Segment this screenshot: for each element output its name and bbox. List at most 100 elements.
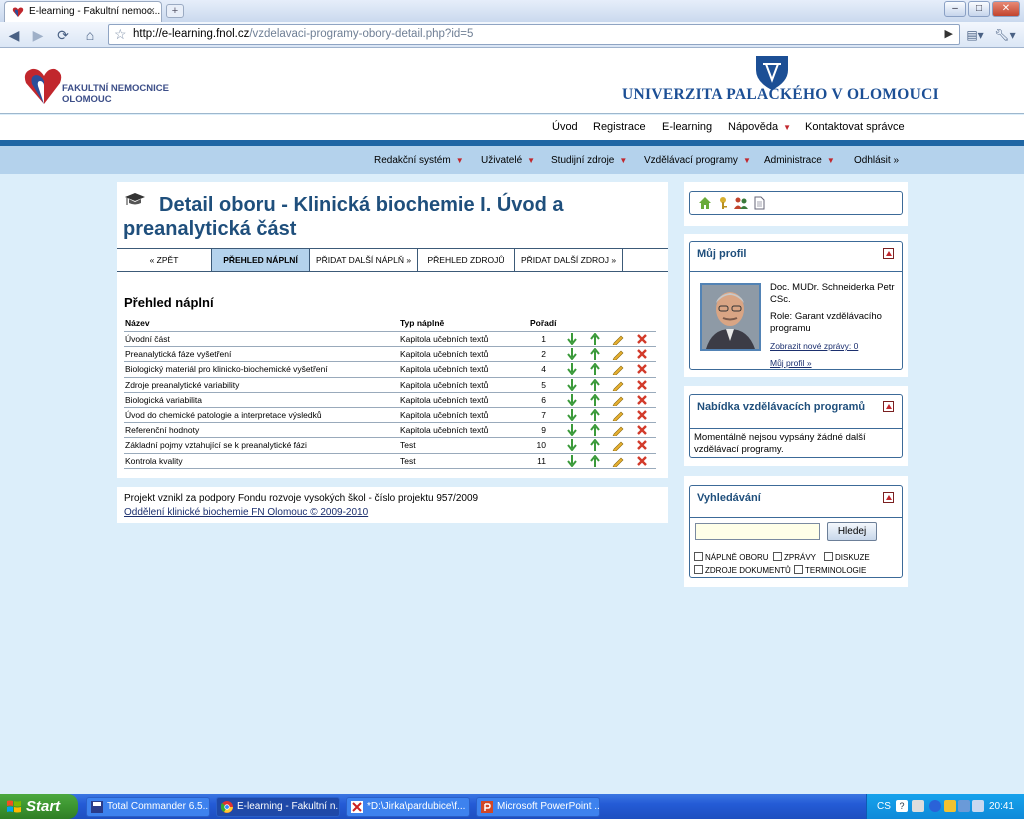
task-browser[interactable]: E-learning - Fakultní n... — [216, 797, 340, 817]
key-icon[interactable] — [716, 196, 730, 210]
delete-x-icon[interactable] — [636, 394, 648, 406]
subnav-uzivatele[interactable]: Uživatelé ▼ — [481, 155, 535, 166]
volume-tray-icon[interactable] — [972, 800, 984, 812]
nav-uvod[interactable]: Úvod — [552, 121, 578, 133]
tab-back[interactable]: « ZPĚT — [117, 249, 212, 271]
network-tray-icon[interactable] — [958, 800, 970, 812]
forward-arrow-icon[interactable]: ▶ — [27, 25, 49, 45]
move-down-icon[interactable] — [566, 439, 578, 452]
move-down-icon[interactable] — [566, 348, 578, 361]
subnav-studijni-zdroje[interactable]: Studijní zdroje ▼ — [551, 155, 627, 166]
help-tray-icon[interactable]: ? — [896, 800, 908, 812]
collapse-icon[interactable] — [883, 401, 894, 412]
delete-x-icon[interactable] — [636, 333, 648, 345]
move-down-icon[interactable] — [566, 393, 578, 406]
nav-kontaktovat[interactable]: Kontaktovat správce — [805, 121, 905, 133]
tab-prehled-naplni[interactable]: PŘEHLED NÁPLNÍ — [212, 249, 310, 271]
edit-pencil-icon[interactable] — [612, 424, 624, 437]
page-menu-icon[interactable]: ▤▾ — [964, 25, 986, 45]
move-down-icon[interactable] — [566, 333, 578, 345]
checkbox[interactable] — [794, 565, 803, 574]
edit-pencil-icon[interactable] — [612, 455, 624, 467]
browser-tab[interactable]: E-learning - Fakultní nemoc... × — [4, 1, 162, 22]
home-icon[interactable]: ⌂ — [79, 25, 101, 45]
subnav-odhlasit[interactable]: Odhlásit » — [854, 155, 899, 166]
move-up-icon[interactable] — [589, 439, 601, 452]
language-indicator[interactable]: CS — [877, 801, 891, 812]
task-total-commander[interactable]: Total Commander 6.5... — [86, 797, 210, 817]
move-up-icon[interactable] — [589, 333, 601, 345]
subnav-redakcni-system[interactable]: Redakční systém ▼ — [374, 155, 464, 166]
users-icon[interactable] — [734, 196, 748, 210]
edit-pencil-icon[interactable] — [612, 439, 624, 452]
tray-icon[interactable] — [912, 800, 924, 812]
task-editor[interactable]: *D:\Jirka\pardubice\f... — [346, 797, 470, 817]
footer-link[interactable]: Oddělení klinické biochemie FN Olomouc ©… — [124, 506, 661, 520]
move-down-icon[interactable] — [566, 409, 578, 421]
move-up-icon[interactable] — [589, 393, 601, 406]
move-up-icon[interactable] — [589, 363, 601, 376]
checkbox[interactable] — [824, 552, 833, 561]
start-button[interactable]: Start — [0, 794, 78, 819]
new-tab-button[interactable]: + — [166, 4, 184, 18]
delete-x-icon[interactable] — [636, 439, 648, 451]
option-zdroje-dokumentu[interactable]: ZDROJE DOKUMENTŮ — [694, 565, 791, 576]
move-up-icon[interactable] — [589, 409, 601, 421]
maximize-button[interactable]: □ — [968, 1, 990, 17]
address-bar[interactable]: ☆ http://e-learning.fnol.cz/vzdelavaci-p… — [108, 24, 960, 45]
minimize-button[interactable]: – — [944, 1, 966, 17]
reload-icon[interactable]: ⟳ — [52, 25, 74, 45]
task-powerpoint[interactable]: Microsoft PowerPoint ... — [476, 797, 600, 817]
shield-tray-icon[interactable] — [944, 800, 956, 812]
option-diskuze[interactable]: DISKUZE — [824, 552, 870, 563]
tab-prehled-zdroju[interactable]: PŘEHLED ZDROJŮ — [418, 249, 515, 271]
document-icon[interactable] — [752, 196, 766, 210]
move-down-icon[interactable] — [566, 363, 578, 376]
delete-x-icon[interactable] — [636, 348, 648, 360]
checkbox[interactable] — [773, 552, 782, 561]
delete-x-icon[interactable] — [636, 363, 648, 375]
nav-registrace[interactable]: Registrace — [593, 121, 646, 133]
edit-pencil-icon[interactable] — [612, 348, 624, 361]
back-arrow-icon[interactable]: ◀ — [3, 25, 25, 45]
edit-pencil-icon[interactable] — [612, 333, 624, 345]
close-window-button[interactable]: ✕ — [992, 1, 1020, 17]
delete-x-icon[interactable] — [636, 409, 648, 421]
subnav-administrace[interactable]: Administrace ▼ — [764, 155, 835, 166]
checkbox[interactable] — [694, 565, 703, 574]
move-down-icon[interactable] — [566, 424, 578, 437]
move-up-icon[interactable] — [589, 424, 601, 437]
messages-link[interactable]: Zobrazit nové zprávy: 0 — [770, 341, 858, 351]
move-down-icon[interactable] — [566, 454, 578, 467]
edit-pencil-icon[interactable] — [612, 363, 624, 376]
option-terminologie[interactable]: TERMINOLOGIE — [794, 565, 866, 576]
delete-x-icon[interactable] — [636, 455, 648, 467]
edit-pencil-icon[interactable] — [612, 379, 624, 391]
tab-close-icon[interactable]: × — [149, 5, 155, 17]
checkbox[interactable] — [694, 552, 703, 561]
my-profile-link[interactable]: Můj profil » — [770, 358, 812, 368]
move-down-icon[interactable] — [566, 378, 578, 391]
search-button[interactable]: Hledej — [827, 522, 877, 541]
collapse-icon[interactable] — [883, 248, 894, 259]
nav-napoveda[interactable]: Nápověda ▼ — [728, 121, 791, 133]
bookmark-star-icon[interactable]: ☆ — [114, 26, 127, 43]
subnav-vzdelavaci-programy[interactable]: Vzdělávací programy ▼ — [644, 155, 751, 166]
tab-pridat-naplni[interactable]: PŘIDAT DALŠÍ NÁPLŇ » — [310, 249, 418, 271]
option-naplne-oboru[interactable]: NÁPLNĚ OBORU — [694, 552, 769, 563]
search-input[interactable] — [695, 523, 820, 540]
wrench-menu-icon[interactable]: 🔧︎▾ — [994, 25, 1016, 45]
option-zpravy[interactable]: ZPRÁVY — [773, 552, 816, 563]
delete-x-icon[interactable] — [636, 424, 648, 436]
move-up-icon[interactable] — [589, 378, 601, 391]
nav-elearning[interactable]: E-learning — [662, 121, 712, 133]
edit-pencil-icon[interactable] — [612, 409, 624, 421]
arrow-tray-icon[interactable] — [929, 800, 941, 812]
move-up-icon[interactable] — [589, 454, 601, 467]
delete-x-icon[interactable] — [636, 379, 648, 391]
go-arrow-icon[interactable]: ▶ — [945, 27, 953, 40]
home-icon[interactable] — [698, 196, 712, 210]
move-up-icon[interactable] — [589, 348, 601, 361]
edit-pencil-icon[interactable] — [612, 394, 624, 406]
collapse-icon[interactable] — [883, 492, 894, 503]
